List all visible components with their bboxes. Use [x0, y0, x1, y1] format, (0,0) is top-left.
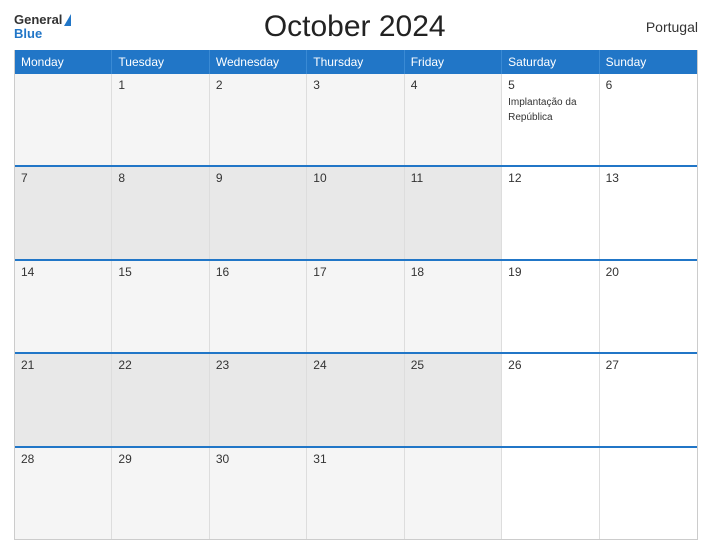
day-20: 20 — [600, 261, 697, 352]
day-11: 11 — [405, 167, 502, 258]
logo-triangle-icon — [64, 14, 71, 26]
week-5: 28 29 30 31 — [15, 446, 697, 539]
day-5: 5 Implantação da República — [502, 74, 599, 165]
day-23: 23 — [210, 354, 307, 445]
day-num: 9 — [216, 171, 300, 185]
header-thursday: Thursday — [307, 50, 404, 74]
day-6: 6 — [600, 74, 697, 165]
day-num: 14 — [21, 265, 105, 279]
day-27: 27 — [600, 354, 697, 445]
day-7: 7 — [15, 167, 112, 258]
day-30: 30 — [210, 448, 307, 539]
day-22: 22 — [112, 354, 209, 445]
day-24: 24 — [307, 354, 404, 445]
day-9: 9 — [210, 167, 307, 258]
day-empty-7 — [600, 448, 697, 539]
header-monday: Monday — [15, 50, 112, 74]
day-14: 14 — [15, 261, 112, 352]
day-num: 21 — [21, 358, 105, 372]
day-event: Implantação da República — [508, 97, 576, 123]
day-num: 12 — [508, 171, 592, 185]
logo-general-text: General — [14, 13, 62, 27]
day-4: 4 — [405, 74, 502, 165]
day-10: 10 — [307, 167, 404, 258]
day-num: 15 — [118, 265, 202, 279]
day-empty-6 — [502, 448, 599, 539]
day-17: 17 — [307, 261, 404, 352]
day-num: 3 — [313, 78, 397, 92]
header-wednesday: Wednesday — [210, 50, 307, 74]
page: General Blue October 2024 Portugal Monda… — [0, 0, 712, 550]
week-4: 21 22 23 24 25 26 27 — [15, 352, 697, 445]
day-8: 8 — [112, 167, 209, 258]
day-num: 13 — [606, 171, 691, 185]
day-num: 26 — [508, 358, 592, 372]
day-num: 22 — [118, 358, 202, 372]
day-empty-1 — [15, 74, 112, 165]
day-num: 16 — [216, 265, 300, 279]
day-29: 29 — [112, 448, 209, 539]
day-num: 29 — [118, 452, 202, 466]
logo: General Blue — [14, 13, 71, 42]
calendar-header: Monday Tuesday Wednesday Thursday Friday… — [15, 50, 697, 74]
day-num: 25 — [411, 358, 495, 372]
day-1: 1 — [112, 74, 209, 165]
day-26: 26 — [502, 354, 599, 445]
day-num: 1 — [118, 78, 202, 92]
day-num: 11 — [411, 171, 495, 185]
day-12: 12 — [502, 167, 599, 258]
calendar: Monday Tuesday Wednesday Thursday Friday… — [14, 50, 698, 540]
day-num: 5 — [508, 78, 592, 92]
day-num: 24 — [313, 358, 397, 372]
week-3: 14 15 16 17 18 19 20 — [15, 259, 697, 352]
day-21: 21 — [15, 354, 112, 445]
header-tuesday: Tuesday — [112, 50, 209, 74]
header-saturday: Saturday — [502, 50, 599, 74]
day-num: 2 — [216, 78, 300, 92]
day-18: 18 — [405, 261, 502, 352]
day-num: 6 — [606, 78, 691, 92]
day-num: 10 — [313, 171, 397, 185]
country-label: Portugal — [638, 19, 698, 35]
day-19: 19 — [502, 261, 599, 352]
logo-blue-text: Blue — [14, 27, 42, 41]
day-num: 17 — [313, 265, 397, 279]
day-15: 15 — [112, 261, 209, 352]
day-num: 30 — [216, 452, 300, 466]
day-25: 25 — [405, 354, 502, 445]
day-num: 27 — [606, 358, 691, 372]
day-num: 8 — [118, 171, 202, 185]
day-num: 28 — [21, 452, 105, 466]
day-16: 16 — [210, 261, 307, 352]
day-2: 2 — [210, 74, 307, 165]
day-28: 28 — [15, 448, 112, 539]
header-sunday: Sunday — [600, 50, 697, 74]
day-3: 3 — [307, 74, 404, 165]
day-empty-5 — [405, 448, 502, 539]
week-2: 7 8 9 10 11 12 13 — [15, 165, 697, 258]
day-num: 20 — [606, 265, 691, 279]
week-1: 1 2 3 4 5 Implantação da República 6 — [15, 74, 697, 165]
day-num: 19 — [508, 265, 592, 279]
header-friday: Friday — [405, 50, 502, 74]
day-num: 4 — [411, 78, 495, 92]
calendar-body: 1 2 3 4 5 Implantação da República 6 7 8… — [15, 74, 697, 539]
day-num: 7 — [21, 171, 105, 185]
day-31: 31 — [307, 448, 404, 539]
day-13: 13 — [600, 167, 697, 258]
day-num: 18 — [411, 265, 495, 279]
day-num: 31 — [313, 452, 397, 466]
month-title: October 2024 — [71, 10, 638, 44]
day-num: 23 — [216, 358, 300, 372]
header: General Blue October 2024 Portugal — [14, 10, 698, 44]
